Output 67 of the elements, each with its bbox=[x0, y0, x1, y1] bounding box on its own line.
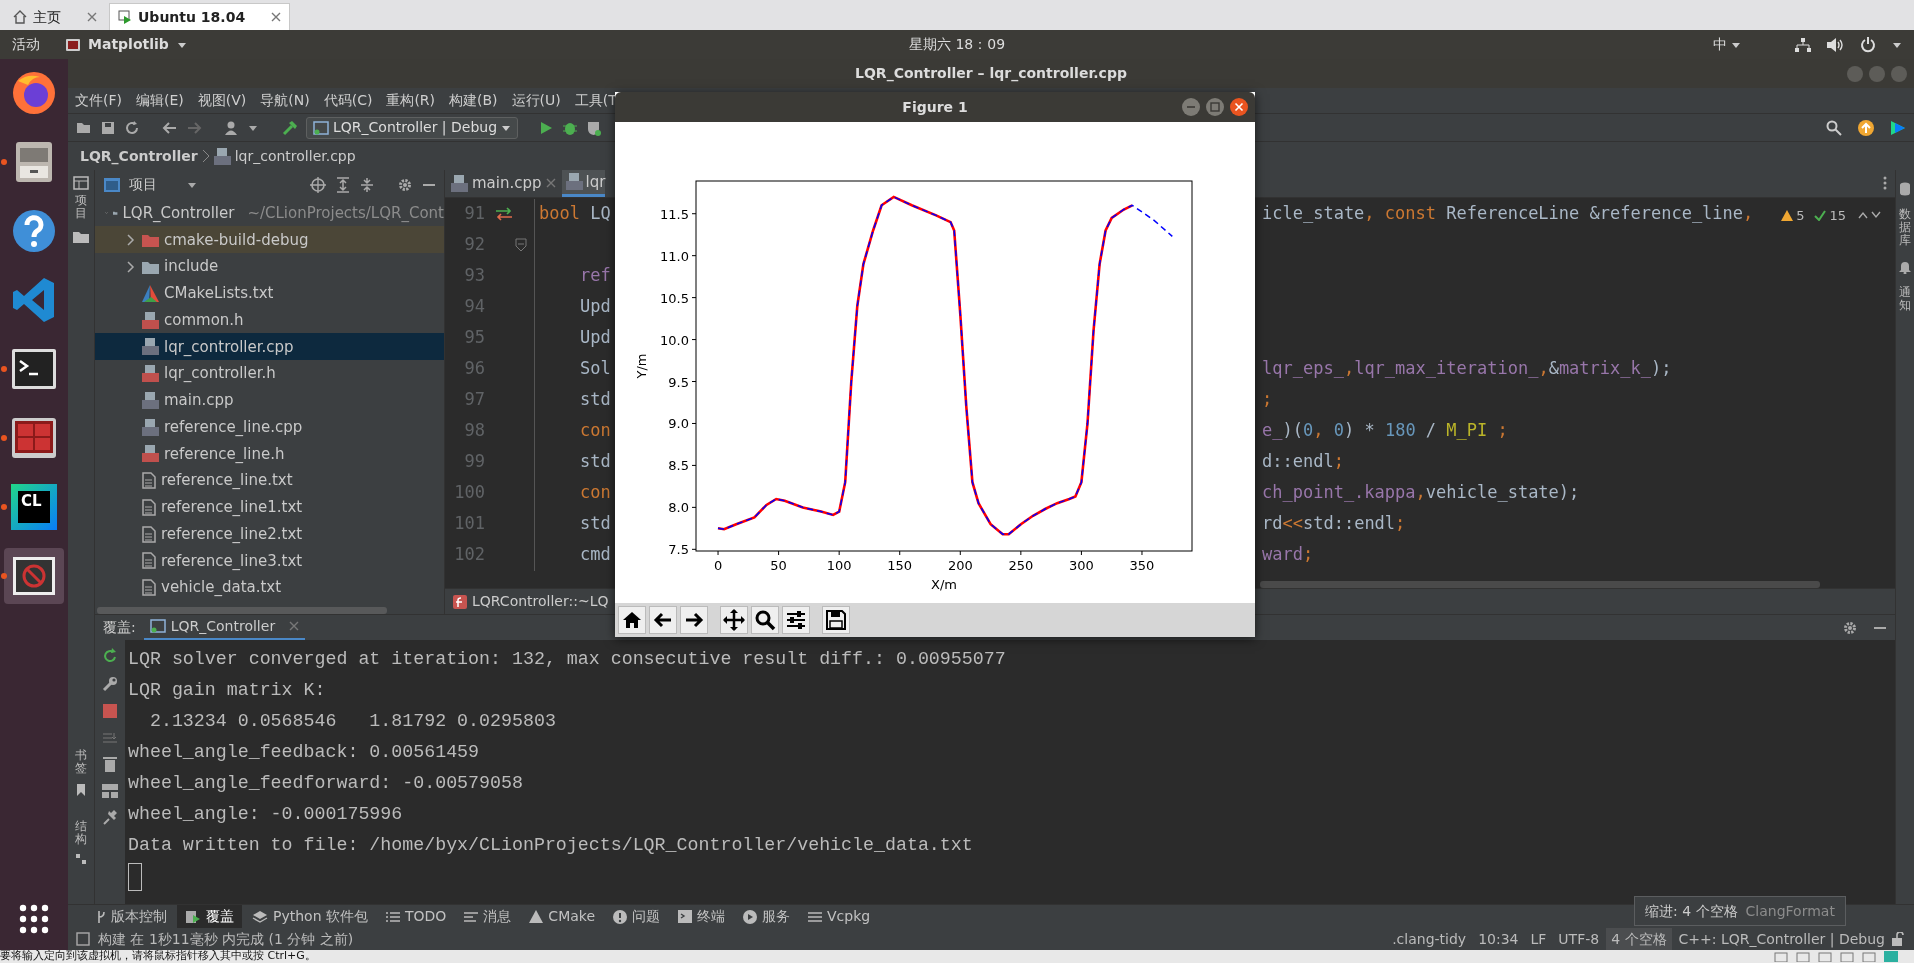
tooltip-hint: ClangFormat bbox=[1745, 901, 1835, 921]
code-text: ch_point_.kappa,vehicle_state); bbox=[1262, 481, 1580, 505]
console-text: wheel_angle_feedforward: -0.00579058 bbox=[128, 773, 523, 793]
line-number: 98 bbox=[463, 419, 485, 443]
code-text: con bbox=[578, 482, 611, 503]
code-text: icle_state, const ReferenceLine &reference_line, bbox=[1262, 202, 1754, 226]
console-text: 2.13234 0.0568546 1.81792 0.0295803 bbox=[148, 711, 556, 731]
code-text: d::endl; bbox=[1262, 450, 1344, 474]
tick-label: 250 bbox=[1008, 558, 1034, 573]
warning-count: 5 bbox=[1796, 206, 1805, 225]
console-text: wheel_angle: -0.000175996 bbox=[128, 804, 403, 824]
code-text: ; bbox=[1262, 388, 1273, 412]
axis-label: X/m bbox=[931, 577, 957, 592]
tick-label: 100 bbox=[826, 558, 852, 573]
tick-label: 8.5 bbox=[668, 458, 689, 474]
window-title: LQR_Controller – lqr_controller.cpp bbox=[855, 64, 1127, 84]
tick-label: 150 bbox=[887, 558, 913, 573]
line-number: 101 bbox=[453, 512, 485, 536]
tick-label: 9.5 bbox=[668, 374, 689, 390]
code-text: lqr_eps_,lqr_max_iteration_,&matrix_k_); bbox=[1262, 357, 1672, 381]
code-text: Upd bbox=[578, 327, 611, 348]
console-text: LQR solver converged at iteration: 132, max consecutive result diff.: 0.00955077 bbox=[128, 649, 1006, 669]
line-number: 99 bbox=[463, 450, 485, 474]
console-text: LQR gain matrix K: bbox=[128, 680, 326, 700]
tooltip-text: 缩进: 4 个空格 bbox=[1645, 901, 1738, 921]
window-title: Figure 1 bbox=[902, 97, 968, 117]
code-text: con bbox=[578, 420, 611, 441]
tick-label: 200 bbox=[947, 558, 973, 573]
line-number: 95 bbox=[463, 326, 485, 350]
code-text: bool LQ bbox=[539, 203, 611, 224]
line-number: 94 bbox=[463, 295, 485, 319]
tick-label: 50 bbox=[770, 558, 787, 573]
code-text: rd<<std::endl; bbox=[1262, 512, 1406, 536]
line-number: 102 bbox=[453, 543, 485, 567]
line-number: 96 bbox=[463, 357, 485, 381]
tick-label: 10.0 bbox=[660, 332, 689, 348]
code-text: std bbox=[578, 389, 611, 410]
tick-label: 350 bbox=[1129, 558, 1155, 573]
line-number: 92 bbox=[463, 233, 485, 257]
axis-label: Y/m bbox=[634, 353, 649, 379]
tick-label: 11.0 bbox=[660, 248, 689, 264]
path-hint: ~/CLionProjects/LQR_Cont bbox=[247, 202, 444, 224]
console-text: Data written to file: /home/byx/CLionProjects/LQR_Controller/vehicle_data.txt bbox=[128, 835, 973, 855]
tick-label: 8.0 bbox=[668, 500, 689, 516]
code-text: ref bbox=[578, 265, 611, 286]
panel-label: 覆盖: bbox=[103, 618, 136, 637]
code-text: std bbox=[578, 513, 611, 534]
code-text: ward; bbox=[1262, 543, 1314, 567]
console-text: wheel_angle_feedback: 0.00561459 bbox=[128, 742, 480, 762]
code-text: e_)(0, 0) * 180 / M_PI ; bbox=[1262, 419, 1508, 443]
tick-label: 300 bbox=[1069, 558, 1094, 573]
code-text: Sol bbox=[578, 358, 611, 379]
tick-label: 10.5 bbox=[660, 290, 689, 306]
line-number: 91 bbox=[463, 202, 485, 226]
line-number: 93 bbox=[463, 264, 485, 288]
check-count: 15 bbox=[1829, 206, 1846, 225]
tick-label: 11.5 bbox=[660, 206, 689, 222]
tick-label: 7.5 bbox=[668, 542, 689, 558]
hint-text: 要将输入定向到该虚拟机，请将鼠标指针移入其中或按 Ctrl+G。 bbox=[0, 950, 316, 963]
code-text: cmd bbox=[578, 544, 611, 565]
tick-label: 0 bbox=[713, 558, 723, 573]
code-text: std bbox=[578, 451, 611, 472]
line-number: 97 bbox=[463, 388, 485, 412]
code-text: Upd bbox=[578, 296, 611, 317]
status-message: 构建 在 1秒11毫秒 内完成 (1 分钟 之前) bbox=[98, 929, 354, 949]
line-number: 100 bbox=[453, 481, 485, 505]
tick-label: 9.0 bbox=[668, 416, 689, 432]
